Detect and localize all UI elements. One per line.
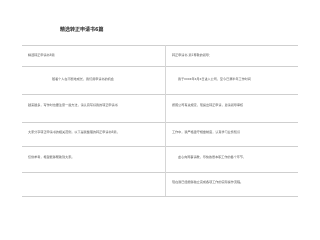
left-paragraph-line: 大家分享转正申请书的相关范例，以下是我整理的转正申请书6篇，: [28, 130, 120, 134]
table-row-rule-1: [22, 66, 298, 67]
table-row-rule-5: [22, 172, 298, 173]
table-row-rule-6: [22, 196, 298, 197]
document-title: 精选转正申请书6篇: [60, 27, 104, 33]
table-row-rule-2: [22, 94, 298, 95]
right-paragraph-line: 虚心向同事请教，尽快熟悉本职工作的各个环节，: [178, 155, 247, 159]
right-paragraph-line: 工作中，我严格遵守规章制度，认真学习业务知识: [172, 130, 241, 134]
right-paragraph-line: 我于xxxx年x月x日进入公司，至今已满半年工作时间: [178, 77, 251, 81]
table-column-divider: [165, 45, 166, 196]
table-row-rule-4: [22, 146, 298, 147]
left-paragraph-line: 越来越多，写作时也要注意一些方法，请认真写好我的转正申请书: [28, 103, 118, 107]
left-column-heading: 精选转正申请书6篇: [28, 53, 55, 57]
left-paragraph-line: 随着个人在不断地成长，我们用申请书的机会: [52, 77, 114, 81]
right-paragraph-line: 现在我已经能够独立完成各项工作的实际操作流程。: [172, 180, 244, 184]
right-paragraph-line: 按照公司有关规定，现提出转正申请，恳请领导审核: [172, 103, 244, 107]
right-column-heading: 转正申请书 篇1尊敬的领导：: [172, 53, 213, 57]
table-top-rule: [22, 45, 298, 46]
table-row-rule-3: [22, 122, 298, 123]
left-paragraph-line: 仅供参考，希望能够帮助到大家。: [28, 155, 75, 159]
